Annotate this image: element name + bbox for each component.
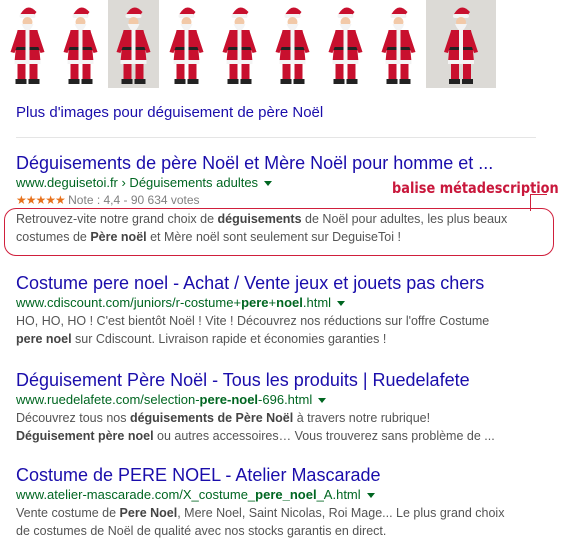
result-snippet: Découvrez tous nos déguisements de Père … bbox=[16, 411, 495, 443]
rating-stars-icon: ★★★★★ bbox=[16, 193, 66, 207]
result-title-link[interactable]: Déguisement Père Noël - Tous les produit… bbox=[16, 369, 556, 391]
divider bbox=[16, 137, 536, 138]
image-thumbnail[interactable] bbox=[108, 0, 159, 88]
santa-costume-photo-icon bbox=[275, 7, 310, 84]
result-title-link[interactable]: Déguisements de père Noël et Mère Noël p… bbox=[16, 152, 556, 174]
image-thumbnail[interactable] bbox=[320, 0, 371, 88]
url-menu-caret-icon[interactable] bbox=[318, 398, 327, 404]
image-thumbnail[interactable] bbox=[55, 0, 106, 88]
santa-costume-photo-icon bbox=[222, 7, 257, 84]
image-thumbnail[interactable] bbox=[161, 0, 212, 88]
search-result-4: Costume de PERE NOEL - Atelier Mascarade… bbox=[16, 464, 556, 540]
santa-costume-photo-icon bbox=[63, 7, 98, 84]
annotation-arrow-icon bbox=[530, 194, 547, 211]
santa-costume-photo-icon bbox=[444, 7, 478, 84]
search-result-3: Déguisement Père Noël - Tous les produit… bbox=[16, 369, 556, 445]
image-thumbnail[interactable] bbox=[426, 0, 496, 88]
image-thumbnail[interactable] bbox=[373, 0, 424, 88]
santa-costume-photo-icon bbox=[116, 7, 151, 84]
search-result-2: Costume pere noel - Achat / Vente jeux e… bbox=[16, 272, 556, 348]
image-thumbnail[interactable] bbox=[214, 0, 265, 88]
annotation-highlight-box bbox=[4, 208, 554, 256]
more-images-link[interactable]: Plus d'images pour déguisement de père N… bbox=[16, 104, 323, 121]
url-menu-caret-icon[interactable] bbox=[264, 181, 273, 187]
image-results-strip bbox=[2, 0, 498, 88]
result-title-link[interactable]: Costume pere noel - Achat / Vente jeux e… bbox=[16, 272, 556, 294]
result-title-link[interactable]: Costume de PERE NOEL - Atelier Mascarade bbox=[16, 464, 556, 486]
santa-costume-photo-icon bbox=[10, 7, 45, 84]
result-url: www.atelier-mascarade.com/X_costume_pere… bbox=[16, 486, 556, 504]
url-menu-caret-icon[interactable] bbox=[337, 301, 346, 307]
result-snippet: HO, HO, HO ! C'est bientôt Noël ! Vite !… bbox=[16, 314, 490, 346]
santa-costume-photo-icon bbox=[328, 7, 363, 84]
result-url: www.ruedelafete.com/selection-pere-noel-… bbox=[16, 391, 556, 409]
url-menu-caret-icon[interactable] bbox=[366, 493, 375, 499]
image-thumbnail[interactable] bbox=[267, 0, 318, 88]
image-thumbnail[interactable] bbox=[2, 0, 53, 88]
result-snippet: Vente costume de Pere Noel, Mere Noel, S… bbox=[16, 506, 505, 538]
result-url: www.cdiscount.com/juniors/r-costume+pere… bbox=[16, 294, 556, 312]
santa-costume-photo-icon bbox=[169, 7, 204, 84]
santa-costume-photo-icon bbox=[381, 7, 416, 84]
